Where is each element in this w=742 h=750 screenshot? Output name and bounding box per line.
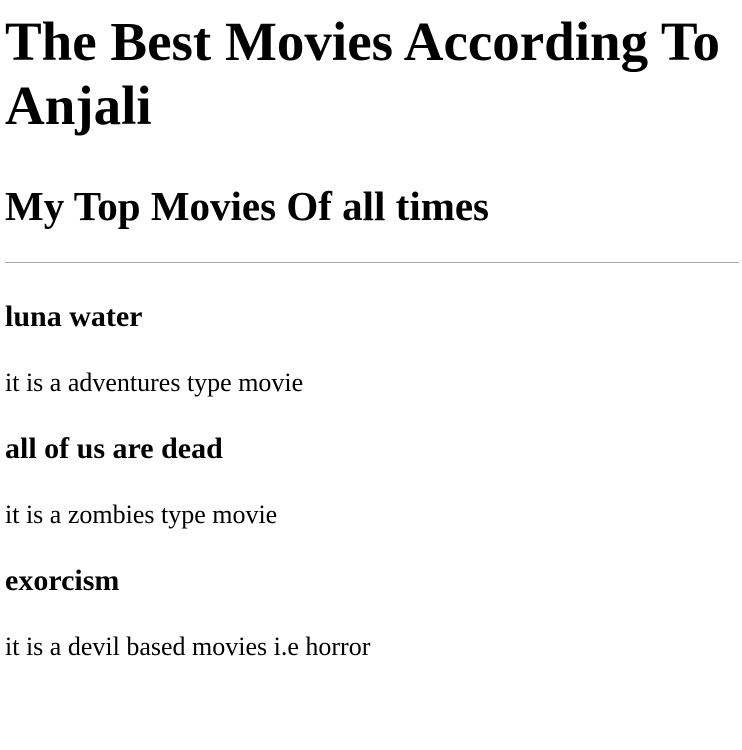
movie-item: all of us are dead it is a zombies type … <box>5 431 739 531</box>
movie-item: exorcism it is a devil based movies i.e … <box>5 563 739 663</box>
movie-title: all of us are dead <box>5 432 223 465</box>
movie-description: it is a devil based movies i.e horror <box>5 632 371 661</box>
page-subtitle: My Top Movies Of all times <box>5 183 490 229</box>
movie-description: it is a adventures type movie <box>5 368 304 397</box>
movie-item: luna water it is a adventures type movie <box>5 299 739 399</box>
movie-title: luna water <box>5 300 143 333</box>
page-title: The Best Movies According To Anjali <box>5 11 721 136</box>
page-container: The Best Movies According To Anjali My T… <box>0 0 742 750</box>
movie-description: it is a zombies type movie <box>5 500 278 529</box>
movie-list: luna water it is a adventures type movie… <box>5 299 739 663</box>
movie-title: exorcism <box>5 564 120 597</box>
section-divider <box>5 262 739 263</box>
